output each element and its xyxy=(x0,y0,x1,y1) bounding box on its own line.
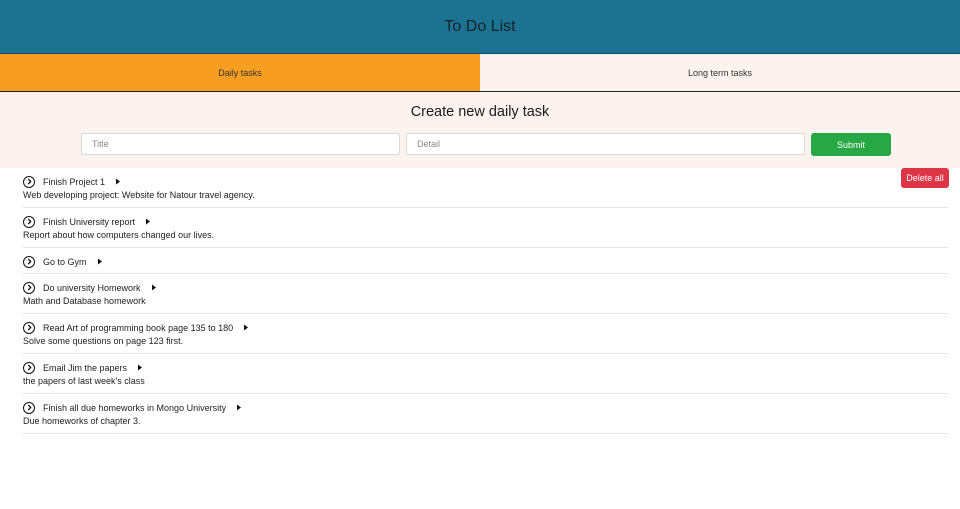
submit-button[interactable]: Submit xyxy=(811,133,891,156)
task-item: Read Art of programming book page 135 to… xyxy=(23,314,948,354)
task-item: Finish all due homeworks in Mongo Univer… xyxy=(23,394,948,434)
task-item: Email Jim the papers the papers of last w… xyxy=(23,354,948,394)
app-title: To Do List xyxy=(444,17,516,35)
task-title: Email Jim the papers xyxy=(43,362,128,373)
caret-right-icon[interactable] xyxy=(115,178,121,185)
chevron-circle-right-icon[interactable] xyxy=(23,361,35,374)
tab-long-term-tasks[interactable]: Long term tasks xyxy=(480,54,960,91)
task-list: Delete all Finish Project 1 Web developin… xyxy=(0,168,960,434)
create-task-panel: Create new daily task Submit xyxy=(0,92,960,168)
task-title: Finish University report xyxy=(43,216,136,227)
caret-right-icon[interactable] xyxy=(151,284,157,291)
tab-bar: Daily tasks Long term tasks xyxy=(0,54,960,92)
task-detail: Math and Database homework xyxy=(23,296,146,306)
create-task-heading: Create new daily task xyxy=(410,104,550,120)
task-header: Go to Gym xyxy=(23,255,103,268)
chevron-circle-right-icon[interactable] xyxy=(23,175,35,188)
task-header: Email Jim the papers xyxy=(23,361,143,374)
task-title: Read Art of programming book page 135 to… xyxy=(43,322,234,333)
task-title: Finish Project 1 xyxy=(43,176,106,187)
task-header: Finish Project 1 xyxy=(23,175,121,188)
chevron-circle-right-icon[interactable] xyxy=(23,321,35,334)
task-detail: Web developing project: Website for Nato… xyxy=(23,190,255,200)
task-detail: Due homeworks of chapter 3. xyxy=(23,416,141,426)
caret-right-icon[interactable] xyxy=(145,218,151,225)
task-item: Do university Homework Math and Database … xyxy=(23,274,948,314)
task-detail: Solve some questions on page 123 first. xyxy=(23,336,184,346)
task-detail: the papers of last week's class xyxy=(23,376,145,386)
title-input[interactable] xyxy=(81,133,400,155)
caret-right-icon[interactable] xyxy=(97,258,103,265)
task-detail: Report about how computers changed our l… xyxy=(23,230,215,240)
chevron-circle-right-icon[interactable] xyxy=(23,255,35,268)
caret-right-icon[interactable] xyxy=(243,324,249,331)
chevron-circle-right-icon[interactable] xyxy=(23,215,35,228)
task-title: Go to Gym xyxy=(43,256,87,267)
task-header: Read Art of programming book page 135 to… xyxy=(23,321,249,334)
chevron-circle-right-icon[interactable] xyxy=(23,401,35,414)
task-item: Finish University report Report about how… xyxy=(23,208,948,248)
task-title: Finish all due homeworks in Mongo Univer… xyxy=(43,402,227,413)
task-header: Finish all due homeworks in Mongo Univer… xyxy=(23,401,242,414)
chevron-circle-right-icon[interactable] xyxy=(23,281,35,294)
task-header: Do university Homework xyxy=(23,281,157,294)
app-header: To Do List xyxy=(0,0,960,54)
tab-daily-tasks[interactable]: Daily tasks xyxy=(0,54,480,91)
caret-right-icon[interactable] xyxy=(137,364,143,371)
task-header: Finish University report xyxy=(23,215,151,228)
task-item: Finish Project 1 Web developing project: … xyxy=(23,168,948,208)
task-title: Do university Homework xyxy=(43,282,141,293)
caret-right-icon[interactable] xyxy=(236,404,242,411)
task-item: Go to Gym xyxy=(23,248,948,274)
detail-input[interactable] xyxy=(406,133,805,155)
